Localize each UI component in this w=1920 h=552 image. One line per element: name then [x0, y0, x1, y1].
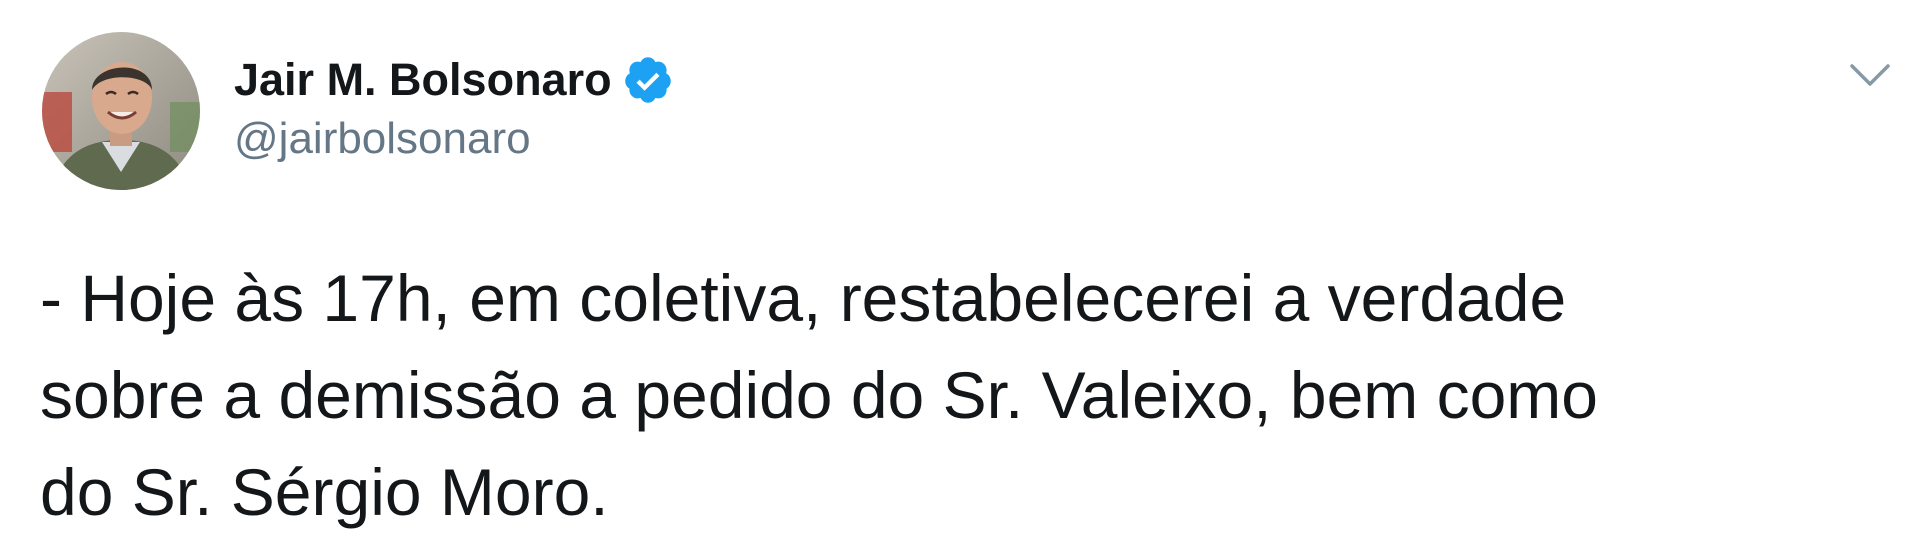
- tweet-text-line: sobre a demissão a pedido do Sr. Valeixo…: [40, 358, 1598, 432]
- chevron-down-icon[interactable]: [1846, 54, 1894, 94]
- display-name[interactable]: Jair M. Bolsonaro: [234, 54, 612, 106]
- avatar-photo: [42, 32, 200, 190]
- author-block: Jair M. Bolsonaro @jairbolsonaro: [234, 52, 674, 164]
- tweet-text-line: do Sr. Sérgio Moro.: [40, 455, 609, 529]
- avatar[interactable]: [42, 32, 200, 190]
- tweet-text-line: - Hoje às 17h, em coletiva, restabelecer…: [40, 261, 1567, 335]
- user-handle[interactable]: @jairbolsonaro: [234, 114, 674, 164]
- verified-badge-icon: [622, 54, 674, 106]
- tweet-card: Jair M. Bolsonaro @jairbolsonaro - Hoje …: [0, 0, 1920, 552]
- name-row: Jair M. Bolsonaro: [234, 52, 674, 108]
- tweet-text: - Hoje às 17h, em coletiva, restabelecer…: [40, 250, 1880, 541]
